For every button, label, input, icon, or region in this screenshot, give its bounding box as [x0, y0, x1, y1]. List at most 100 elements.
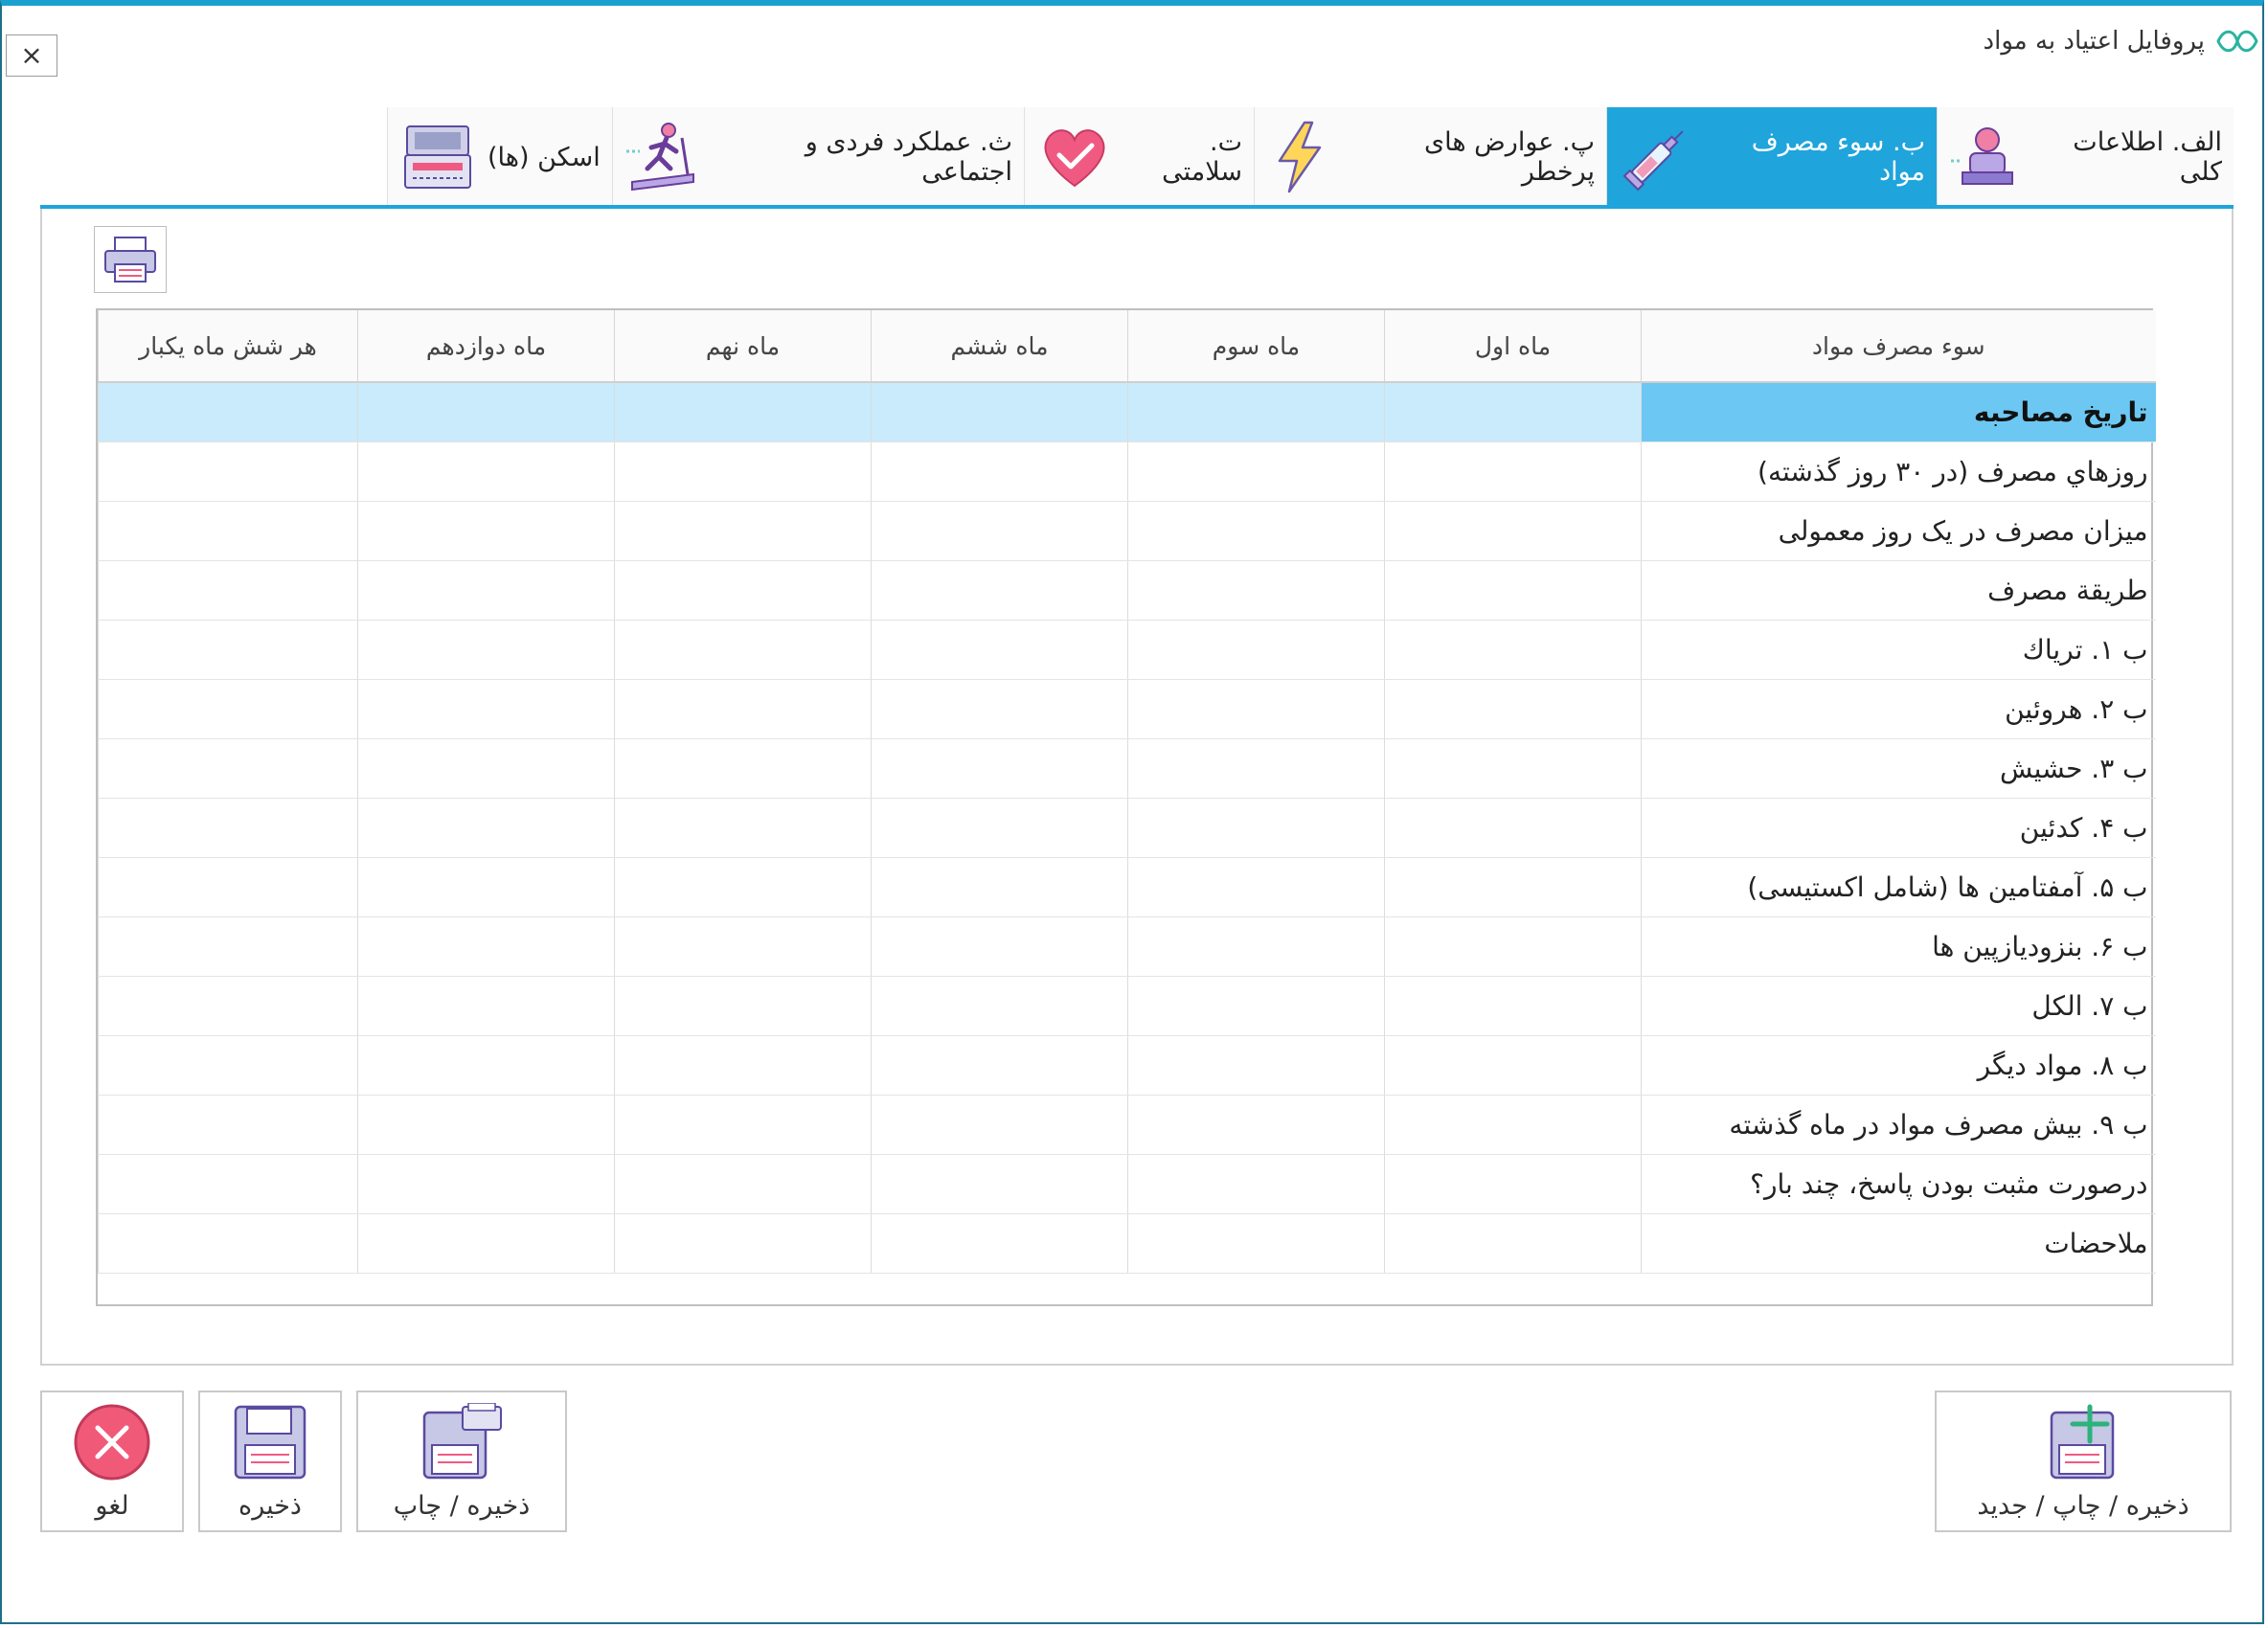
table-row[interactable]: ب ۶. بنزوديازپين ها — [98, 916, 2156, 977]
column-header[interactable]: سوء مصرف مواد — [1641, 310, 2156, 383]
table-cell[interactable] — [357, 1035, 615, 1096]
row-label[interactable]: ب ۲. هروئين — [1641, 679, 2156, 739]
table-cell[interactable] — [357, 560, 615, 621]
tab-general-info[interactable]: الف. اطلاعات کلی — [1937, 107, 2234, 207]
table-cell[interactable] — [1384, 382, 1642, 442]
table-cell[interactable] — [871, 620, 1128, 680]
column-header[interactable]: ماه اول — [1384, 310, 1642, 383]
table-row[interactable]: تاریخ مصاحبه — [98, 382, 2156, 442]
column-header[interactable]: ماه سوم — [1127, 310, 1385, 383]
tab-substance-abuse[interactable]: ب. سوء مصرف مواد — [1606, 107, 1937, 207]
cancel-button[interactable]: لغو — [40, 1391, 184, 1532]
row-label[interactable]: ب ۶. بنزوديازپين ها — [1641, 916, 2156, 977]
table-cell[interactable] — [1127, 1095, 1385, 1155]
table-cell[interactable] — [357, 976, 615, 1036]
table-cell[interactable] — [871, 560, 1128, 621]
table-row[interactable]: طريقة مصرف — [98, 560, 2156, 621]
row-label[interactable]: تاریخ مصاحبه — [1641, 382, 2156, 442]
table-cell[interactable] — [614, 857, 872, 917]
table-cell[interactable] — [1384, 857, 1642, 917]
table-cell[interactable] — [871, 501, 1128, 561]
table-cell[interactable] — [98, 620, 358, 680]
table-cell[interactable] — [614, 916, 872, 977]
table-cell[interactable] — [1127, 679, 1385, 739]
table-cell[interactable] — [1384, 501, 1642, 561]
tab-personal-social[interactable]: ث. عملکرد فردی و اجتماعی — [612, 107, 1024, 207]
table-cell[interactable] — [871, 738, 1128, 799]
table-cell[interactable] — [98, 501, 358, 561]
table-row[interactable]: درصورت مثبت بودن پاسخ، چند بار؟ — [98, 1154, 2156, 1214]
table-cell[interactable] — [614, 1035, 872, 1096]
save-print-button[interactable]: ذخیره / چاپ — [356, 1391, 567, 1532]
table-cell[interactable] — [1384, 1035, 1642, 1096]
tab-scans[interactable]: اسکن (ها) — [387, 107, 612, 207]
table-cell[interactable] — [98, 1035, 358, 1096]
table-cell[interactable] — [871, 1213, 1128, 1274]
column-header[interactable]: هر شش ماه یکبار — [98, 310, 358, 383]
table-cell[interactable] — [98, 738, 358, 799]
table-row[interactable]: ب ۱. ترياك — [98, 620, 2156, 680]
table-cell[interactable] — [357, 857, 615, 917]
column-header[interactable]: ماه ششم — [871, 310, 1128, 383]
row-label[interactable]: ب ۱. ترياك — [1641, 620, 2156, 680]
tab-high-risk[interactable]: پ. عوارض های پرخطر — [1254, 107, 1606, 207]
column-header[interactable]: ماه دوازدهم — [357, 310, 615, 383]
row-label[interactable]: ملاحضات — [1641, 1213, 2156, 1274]
table-cell[interactable] — [357, 382, 615, 442]
table-cell[interactable] — [614, 501, 872, 561]
table-cell[interactable] — [1127, 1154, 1385, 1214]
row-label[interactable]: ب ۳. حشيش — [1641, 738, 2156, 799]
table-cell[interactable] — [98, 1154, 358, 1214]
table-cell[interactable] — [98, 441, 358, 502]
table-cell[interactable] — [614, 560, 872, 621]
table-cell[interactable] — [614, 620, 872, 680]
table-cell[interactable] — [98, 1213, 358, 1274]
table-cell[interactable] — [614, 1095, 872, 1155]
row-label[interactable]: طريقة مصرف — [1641, 560, 2156, 621]
table-cell[interactable] — [871, 1095, 1128, 1155]
table-cell[interactable] — [1127, 1035, 1385, 1096]
table-cell[interactable] — [1384, 1154, 1642, 1214]
table-cell[interactable] — [357, 620, 615, 680]
table-cell[interactable] — [614, 1154, 872, 1214]
table-cell[interactable] — [614, 382, 872, 442]
table-cell[interactable] — [357, 738, 615, 799]
table-cell[interactable] — [614, 1213, 872, 1274]
table-cell[interactable] — [1384, 798, 1642, 858]
table-cell[interactable] — [871, 976, 1128, 1036]
table-row[interactable]: میزان مصرف در یک روز معمولی — [98, 501, 2156, 561]
row-label[interactable]: ب ۵. آمفتامين ها (شامل اكستيسی) — [1641, 857, 2156, 917]
table-row[interactable]: روزهاي مصرف (در ۳۰ روز گذشته) — [98, 441, 2156, 502]
table-cell[interactable] — [1384, 976, 1642, 1036]
tab-health[interactable]: ت. سلامتی — [1024, 107, 1254, 207]
table-cell[interactable] — [1384, 441, 1642, 502]
table-cell[interactable] — [357, 798, 615, 858]
table-cell[interactable] — [871, 679, 1128, 739]
table-row[interactable]: ملاحضات — [98, 1213, 2156, 1274]
table-row[interactable]: ب ۵. آمفتامين ها (شامل اكستيسی) — [98, 857, 2156, 917]
table-cell[interactable] — [871, 1035, 1128, 1096]
row-label[interactable]: ب ۸. مواد ديگر — [1641, 1035, 2156, 1096]
table-cell[interactable] — [98, 916, 358, 977]
table-cell[interactable] — [357, 679, 615, 739]
table-cell[interactable] — [614, 441, 872, 502]
table-cell[interactable] — [871, 382, 1128, 442]
table-cell[interactable] — [98, 1095, 358, 1155]
table-cell[interactable] — [1384, 916, 1642, 977]
table-cell[interactable] — [1384, 738, 1642, 799]
table-cell[interactable] — [1127, 620, 1385, 680]
table-cell[interactable] — [1384, 679, 1642, 739]
table-cell[interactable] — [1127, 798, 1385, 858]
table-cell[interactable] — [357, 501, 615, 561]
row-label[interactable]: ب ۴. كدئين — [1641, 798, 2156, 858]
table-cell[interactable] — [98, 857, 358, 917]
table-row[interactable]: ب ۹. بیش مصرف مواد در ماه گذشته — [98, 1095, 2156, 1155]
print-button[interactable] — [94, 226, 167, 293]
table-cell[interactable] — [98, 679, 358, 739]
table-cell[interactable] — [1127, 501, 1385, 561]
table-cell[interactable] — [1384, 560, 1642, 621]
table-cell[interactable] — [871, 916, 1128, 977]
column-header[interactable]: ماه نهم — [614, 310, 872, 383]
row-label[interactable]: روزهاي مصرف (در ۳۰ روز گذشته) — [1641, 441, 2156, 502]
table-cell[interactable] — [1127, 560, 1385, 621]
